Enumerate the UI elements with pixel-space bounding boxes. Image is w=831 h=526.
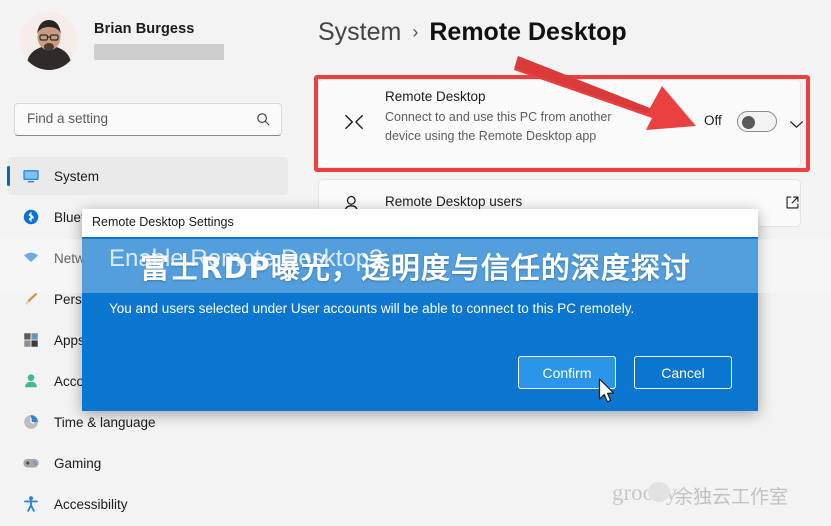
user-profile[interactable]: Brian Burgess [14, 8, 284, 72]
chevron-down-icon[interactable] [789, 116, 804, 134]
monitor-icon [16, 167, 46, 185]
remote-desktop-icon [343, 112, 367, 137]
bluetooth-icon [16, 208, 46, 226]
remote-desktop-toggle[interactable] [737, 111, 777, 132]
toggle-knob [742, 116, 755, 129]
sidebar-item-label: Apps [54, 332, 85, 348]
sidebar-item-label: Time & language [54, 414, 156, 430]
sidebar-item-gaming[interactable]: Gaming [8, 444, 288, 482]
sidebar-item-label: Accessibility [54, 496, 128, 512]
breadcrumb-root[interactable]: System [318, 18, 401, 47]
gamepad-icon [16, 454, 46, 472]
open-external-icon[interactable] [785, 195, 800, 215]
search-icon [256, 112, 271, 132]
dialog-button-row: Confirm Cancel [82, 356, 758, 389]
dialog-heading: Enable Remote Desktop? [109, 245, 383, 272]
sidebar-item-label: Gaming [54, 455, 102, 471]
dialog-title: Remote Desktop Settings [92, 215, 234, 229]
dialog-title-bar: Remote Desktop Settings [82, 209, 758, 237]
accessibility-icon [16, 495, 46, 513]
sidebar-item-label: System [54, 168, 100, 184]
avatar [20, 12, 78, 70]
page-title: Remote Desktop [429, 18, 627, 46]
settings-window: Brian Burgess Find a setting System Netw… [0, 0, 831, 524]
remote-desktop-state-label: Off [704, 113, 722, 128]
remote-desktop-title: Remote Desktop [385, 89, 486, 104]
breadcrumb: System › Remote Desktop [318, 18, 627, 47]
brush-icon [16, 290, 46, 308]
dialog-body-text: You and users selected under User accoun… [109, 301, 635, 316]
cancel-button[interactable]: Cancel [634, 356, 732, 389]
chevron-right-icon: › [412, 22, 419, 42]
remote-desktop-settings-dialog: Remote Desktop Settings Enable Remote De… [82, 209, 758, 411]
clock-icon [16, 413, 46, 431]
selection-indicator [7, 166, 10, 186]
person-icon [16, 372, 46, 390]
search-input[interactable]: Find a setting [14, 103, 282, 136]
search-placeholder: Find a setting [27, 111, 109, 126]
remote-desktop-card[interactable]: Remote Desktop Connect to and use this P… [318, 79, 804, 168]
remote-desktop-description: Connect to and use this PC from another … [385, 110, 612, 143]
profile-email-redacted [94, 44, 224, 60]
wifi-icon [16, 249, 46, 267]
sidebar-item-accessibility[interactable]: Accessibility [8, 485, 288, 523]
confirm-button[interactable]: Confirm [518, 356, 616, 389]
remote-desktop-users-label: Remote Desktop users [385, 194, 523, 209]
profile-name: Brian Burgess [94, 21, 195, 37]
sidebar-item-system[interactable]: System [7, 157, 288, 195]
apps-icon [16, 331, 46, 349]
